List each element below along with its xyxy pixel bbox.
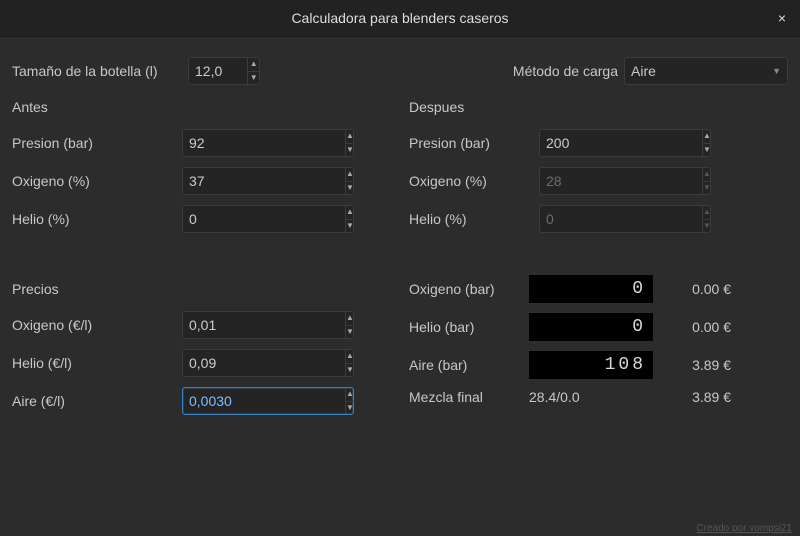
result-air-cost: 3.89 € bbox=[649, 357, 731, 373]
step-down-icon[interactable]: ▼ bbox=[346, 182, 354, 195]
prices-heading: Precios bbox=[12, 281, 383, 297]
before-helium-input[interactable] bbox=[183, 206, 345, 232]
step-up-icon[interactable]: ▲ bbox=[346, 388, 354, 402]
result-oxygen-cost: 0.00 € bbox=[649, 281, 731, 297]
price-air-input[interactable] bbox=[183, 388, 345, 414]
step-down-icon[interactable]: ▼ bbox=[346, 144, 354, 157]
after-pressure-stepper[interactable]: ▲▼ bbox=[539, 129, 711, 157]
result-air-label: Aire (bar) bbox=[409, 357, 529, 373]
price-air-stepper[interactable]: ▲▼ bbox=[182, 387, 354, 415]
step-down-icon: ▼ bbox=[703, 220, 711, 233]
step-down-icon[interactable]: ▼ bbox=[346, 364, 354, 377]
price-helium-stepper[interactable]: ▲▼ bbox=[182, 349, 354, 377]
result-oxygen-label: Oxigeno (bar) bbox=[409, 281, 529, 297]
after-oxygen-input bbox=[540, 168, 702, 194]
step-up-icon[interactable]: ▲ bbox=[346, 312, 354, 326]
after-pressure-label: Presion (bar) bbox=[409, 135, 539, 151]
fill-method-dropdown[interactable]: Aire ▼ bbox=[624, 57, 788, 85]
step-down-icon: ▼ bbox=[703, 182, 711, 195]
step-down-icon[interactable]: ▼ bbox=[346, 326, 354, 339]
window-root: Calculadora para blenders caseros × Tama… bbox=[0, 0, 800, 536]
step-up-icon[interactable]: ▲ bbox=[346, 168, 354, 182]
result-helium-row: Helio (bar) 0 0.00 € bbox=[409, 313, 780, 341]
window-title: Calculadora para blenders caseros bbox=[291, 10, 508, 26]
step-up-icon: ▲ bbox=[703, 206, 711, 220]
after-heading: Despues bbox=[409, 99, 780, 115]
bottle-size-label: Tamaño de la botella (l) bbox=[12, 63, 182, 79]
before-oxygen-stepper[interactable]: ▲▼ bbox=[182, 167, 354, 195]
after-oxygen-stepper: ▲▼ bbox=[539, 167, 711, 195]
titlebar: Calculadora para blenders caseros × bbox=[0, 0, 800, 37]
top-row: Tamaño de la botella (l) ▲ ▼ Método de c… bbox=[12, 57, 788, 85]
before-oxygen-input[interactable] bbox=[183, 168, 345, 194]
step-down-icon[interactable]: ▼ bbox=[703, 144, 711, 157]
step-down-icon[interactable]: ▼ bbox=[346, 220, 354, 233]
after-helium-input bbox=[540, 206, 702, 232]
before-pressure-stepper[interactable]: ▲▼ bbox=[182, 129, 354, 157]
before-helium-label: Helio (%) bbox=[12, 211, 182, 227]
fill-method-label: Método de carga bbox=[513, 63, 618, 79]
step-down-icon[interactable]: ▼ bbox=[346, 402, 354, 415]
close-button[interactable]: × bbox=[770, 6, 794, 30]
after-helium-stepper: ▲▼ bbox=[539, 205, 711, 233]
step-up-icon[interactable]: ▲ bbox=[346, 350, 354, 364]
result-finalmix-row: Mezcla final 28.4/0.0 3.89 € bbox=[409, 389, 780, 405]
chevron-down-icon: ▼ bbox=[772, 66, 781, 76]
bottle-size-steps: ▲ ▼ bbox=[247, 58, 259, 84]
step-up-icon[interactable]: ▲ bbox=[248, 58, 259, 72]
before-column: Antes Presion (bar) ▲▼ Oxigeno (%) ▲▼ He… bbox=[12, 93, 391, 243]
content-area: Tamaño de la botella (l) ▲ ▼ Método de c… bbox=[0, 37, 800, 435]
bottle-size-group: Tamaño de la botella (l) ▲ ▼ bbox=[12, 57, 260, 85]
before-helium-stepper[interactable]: ▲▼ bbox=[182, 205, 354, 233]
bottle-size-stepper[interactable]: ▲ ▼ bbox=[188, 57, 260, 85]
before-heading: Antes bbox=[12, 99, 383, 115]
before-pressure-label: Presion (bar) bbox=[12, 135, 182, 151]
step-up-icon[interactable]: ▲ bbox=[703, 130, 711, 144]
fill-method-value: Aire bbox=[631, 63, 656, 79]
footer-credit: Creado por vompsi21 bbox=[696, 523, 792, 534]
price-oxygen-label: Oxigeno (€/l) bbox=[12, 317, 182, 333]
result-finalmix-label: Mezcla final bbox=[409, 389, 529, 405]
after-helium-label: Helio (%) bbox=[409, 211, 539, 227]
result-helium-cost: 0.00 € bbox=[649, 319, 731, 335]
result-air-row: Aire (bar) 108 3.89 € bbox=[409, 351, 780, 379]
before-after-columns: Antes Presion (bar) ▲▼ Oxigeno (%) ▲▼ He… bbox=[12, 93, 788, 243]
result-air-display: 108 bbox=[529, 351, 653, 379]
before-oxygen-label: Oxigeno (%) bbox=[12, 173, 182, 189]
result-oxygen-row: Oxigeno (bar) 0 0.00 € bbox=[409, 275, 780, 303]
result-oxygen-display: 0 bbox=[529, 275, 653, 303]
price-oxygen-stepper[interactable]: ▲▼ bbox=[182, 311, 354, 339]
close-icon: × bbox=[778, 10, 786, 26]
prices-column: Precios Oxigeno (€/l) ▲▼ Helio (€/l) ▲▼ … bbox=[12, 275, 391, 425]
result-finalmix-value: 28.4/0.0 bbox=[529, 389, 649, 405]
after-pressure-input[interactable] bbox=[540, 130, 702, 156]
price-air-label: Aire (€/l) bbox=[12, 393, 182, 409]
result-finalmix-cost: 3.89 € bbox=[649, 389, 731, 405]
result-helium-display: 0 bbox=[529, 313, 653, 341]
step-up-icon: ▲ bbox=[703, 168, 711, 182]
after-column: Despues Presion (bar) ▲▼ Oxigeno (%) ▲▼ … bbox=[409, 93, 788, 243]
price-helium-input[interactable] bbox=[183, 350, 345, 376]
price-helium-label: Helio (€/l) bbox=[12, 355, 182, 371]
price-oxygen-input[interactable] bbox=[183, 312, 345, 338]
before-pressure-input[interactable] bbox=[183, 130, 345, 156]
step-up-icon[interactable]: ▲ bbox=[346, 206, 354, 220]
fill-method-group: Método de carga Aire ▼ bbox=[513, 57, 788, 85]
after-oxygen-label: Oxigeno (%) bbox=[409, 173, 539, 189]
result-helium-label: Helio (bar) bbox=[409, 319, 529, 335]
bottle-size-input[interactable] bbox=[189, 58, 247, 84]
step-up-icon[interactable]: ▲ bbox=[346, 130, 354, 144]
results-column: Oxigeno (bar) 0 0.00 € Helio (bar) 0 0.0… bbox=[409, 275, 788, 425]
step-down-icon[interactable]: ▼ bbox=[248, 72, 259, 85]
bottom-columns: Precios Oxigeno (€/l) ▲▼ Helio (€/l) ▲▼ … bbox=[12, 275, 788, 425]
